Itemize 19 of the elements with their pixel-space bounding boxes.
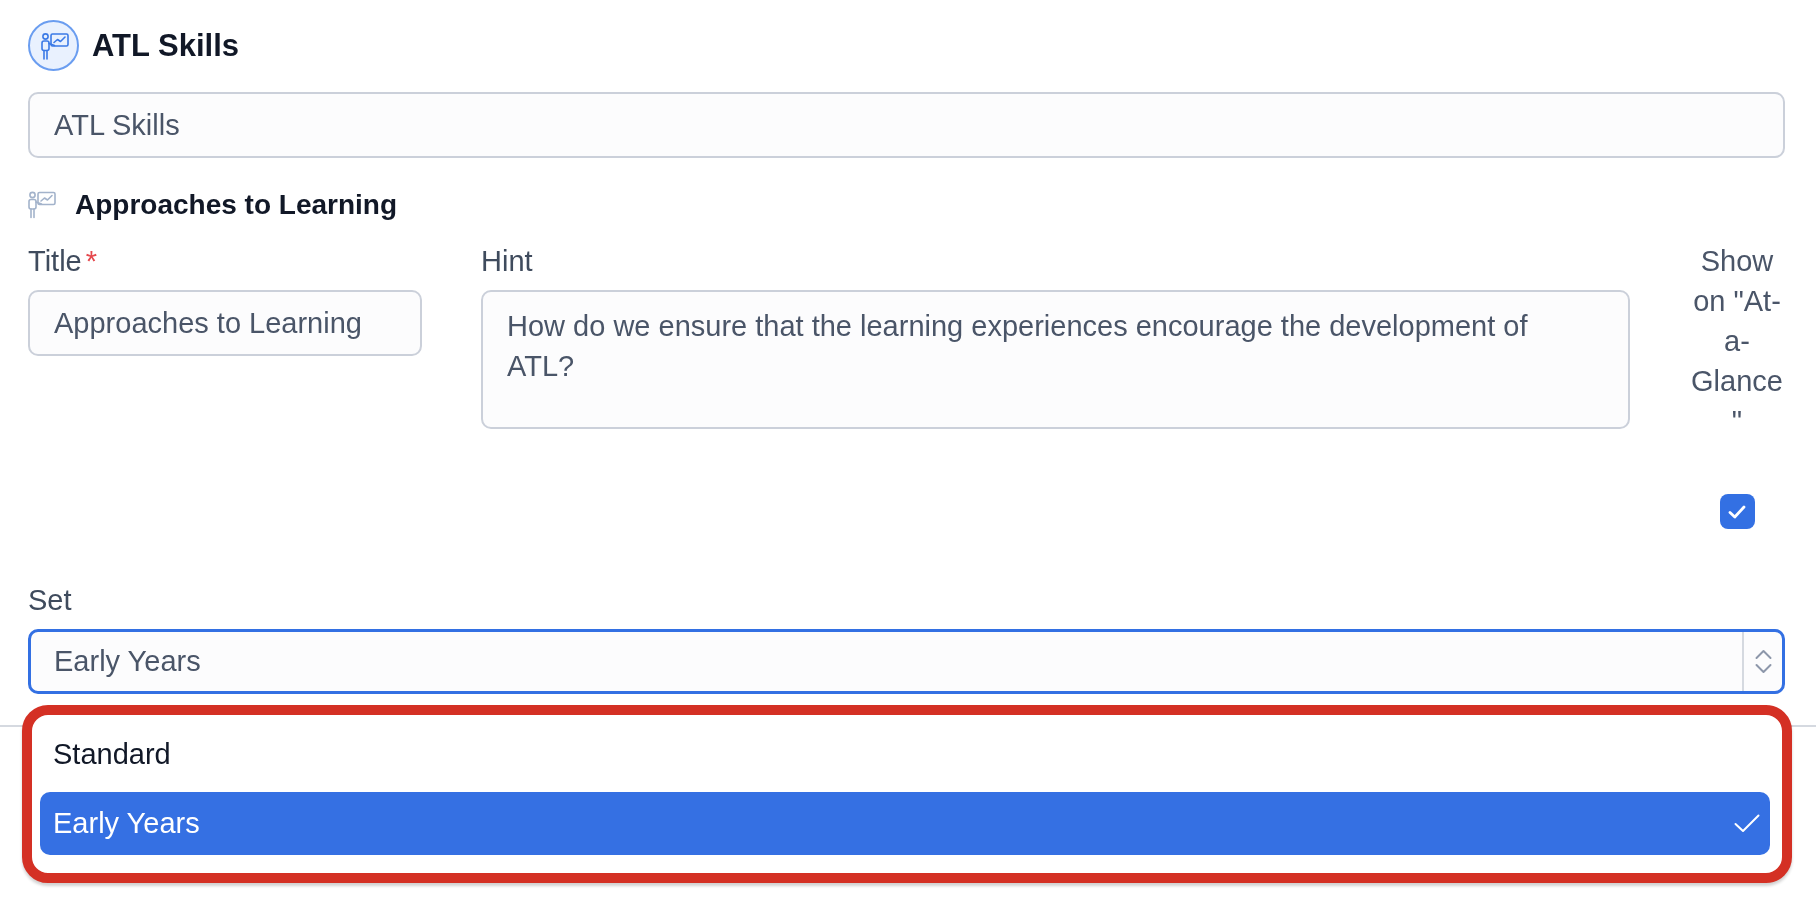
- field-label: Set: [28, 583, 72, 618]
- hint-textarea[interactable]: How do we ensure that the learning experiences encourage the development of ATL?: [481, 290, 1630, 429]
- set-select[interactable]: Early Years: [28, 629, 1785, 694]
- checkmark-icon: [1728, 504, 1746, 519]
- dropdown-option[interactable]: Standard: [40, 723, 1770, 786]
- chevron-up-down-icon: [1754, 647, 1772, 676]
- teacher-board-icon: [28, 20, 79, 71]
- checkbox[interactable]: [1719, 494, 1755, 529]
- page-title: ATL Skills: [92, 26, 239, 65]
- field-label: Hint: [481, 244, 533, 279]
- section-title: Approaches to Learning: [75, 188, 398, 222]
- teacher-board-icon: [28, 191, 56, 219]
- title-input[interactable]: Approaches to Learning: [28, 290, 422, 356]
- field-label: Show on "At-a-Glance": [1690, 244, 1784, 439]
- dropdown-option[interactable]: Early Years: [40, 792, 1770, 855]
- checkmark-icon: [1734, 814, 1760, 833]
- required-mark: *: [85, 244, 97, 279]
- field-label: Title: [28, 244, 82, 279]
- name-input[interactable]: ATL Skills: [28, 92, 1785, 158]
